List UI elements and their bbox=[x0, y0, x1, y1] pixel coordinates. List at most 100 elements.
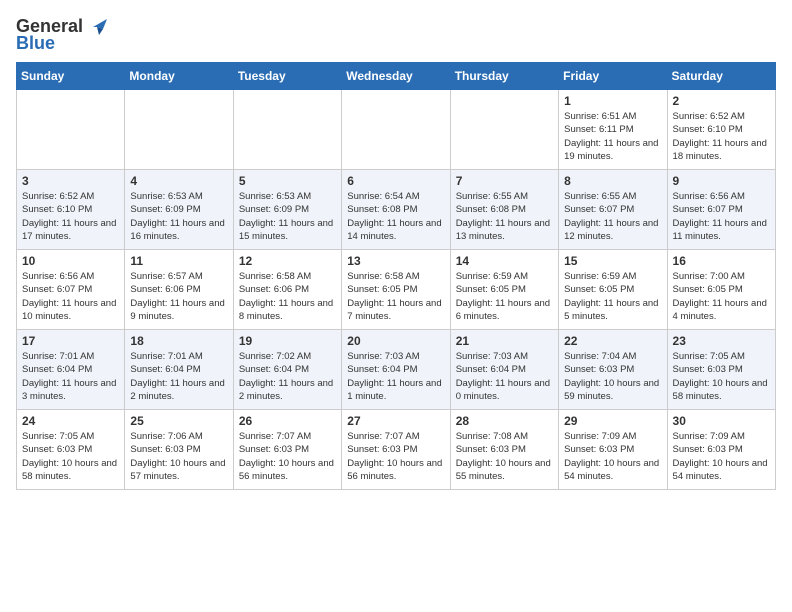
day-info: Sunrise: 6:56 AM Sunset: 6:07 PM Dayligh… bbox=[673, 190, 770, 243]
calendar-cell: 30 Sunrise: 7:09 AM Sunset: 6:03 PM Dayli… bbox=[667, 410, 775, 490]
calendar-cell: 18 Sunrise: 7:01 AM Sunset: 6:04 PM Dayli… bbox=[125, 330, 233, 410]
calendar-cell: 23 Sunrise: 7:05 AM Sunset: 6:03 PM Dayli… bbox=[667, 330, 775, 410]
calendar-cell bbox=[17, 90, 125, 170]
calendar-cell: 22 Sunrise: 7:04 AM Sunset: 6:03 PM Dayli… bbox=[559, 330, 667, 410]
day-info: Sunrise: 6:55 AM Sunset: 6:07 PM Dayligh… bbox=[564, 190, 661, 243]
calendar-cell bbox=[342, 90, 450, 170]
day-info: Sunrise: 6:54 AM Sunset: 6:08 PM Dayligh… bbox=[347, 190, 444, 243]
logo-blue: Blue bbox=[16, 33, 55, 54]
calendar-cell: 15 Sunrise: 6:59 AM Sunset: 6:05 PM Dayli… bbox=[559, 250, 667, 330]
day-info: Sunrise: 6:52 AM Sunset: 6:10 PM Dayligh… bbox=[673, 110, 770, 163]
calendar-cell: 24Sunrise: 7:05 AM Sunset: 6:03 PM Dayli… bbox=[17, 410, 125, 490]
day-info: Sunrise: 7:09 AM Sunset: 6:03 PM Dayligh… bbox=[564, 430, 661, 483]
day-number: 15 bbox=[564, 254, 661, 268]
day-info: Sunrise: 6:58 AM Sunset: 6:05 PM Dayligh… bbox=[347, 270, 444, 323]
calendar-cell: 5Sunrise: 6:53 AM Sunset: 6:09 PM Daylig… bbox=[233, 170, 341, 250]
weekday-header-wednesday: Wednesday bbox=[342, 63, 450, 90]
day-info: Sunrise: 7:06 AM Sunset: 6:03 PM Dayligh… bbox=[130, 430, 227, 483]
day-number: 21 bbox=[456, 334, 553, 348]
weekday-header-sunday: Sunday bbox=[17, 63, 125, 90]
day-info: Sunrise: 6:56 AM Sunset: 6:07 PM Dayligh… bbox=[22, 270, 119, 323]
day-number: 1 bbox=[564, 94, 661, 108]
calendar-cell: 13 Sunrise: 6:58 AM Sunset: 6:05 PM Dayli… bbox=[342, 250, 450, 330]
calendar-cell: 20 Sunrise: 7:03 AM Sunset: 6:04 PM Dayli… bbox=[342, 330, 450, 410]
day-number: 7 bbox=[456, 174, 553, 188]
day-number: 16 bbox=[673, 254, 770, 268]
weekday-header-monday: Monday bbox=[125, 63, 233, 90]
calendar-cell bbox=[450, 90, 558, 170]
day-info: Sunrise: 7:05 AM Sunset: 6:03 PM Dayligh… bbox=[673, 350, 770, 403]
calendar-cell: 8 Sunrise: 6:55 AM Sunset: 6:07 PM Daylig… bbox=[559, 170, 667, 250]
calendar-cell: 29 Sunrise: 7:09 AM Sunset: 6:03 PM Dayli… bbox=[559, 410, 667, 490]
day-info: Sunrise: 7:08 AM Sunset: 6:03 PM Dayligh… bbox=[456, 430, 553, 483]
day-number: 20 bbox=[347, 334, 444, 348]
logo: General Blue bbox=[16, 16, 107, 54]
day-info: Sunrise: 7:02 AM Sunset: 6:04 PM Dayligh… bbox=[239, 350, 336, 403]
calendar-cell: 12 Sunrise: 6:58 AM Sunset: 6:06 PM Dayli… bbox=[233, 250, 341, 330]
day-number: 29 bbox=[564, 414, 661, 428]
calendar-cell bbox=[125, 90, 233, 170]
page-header: General Blue bbox=[16, 16, 776, 54]
calendar-cell: 25 Sunrise: 7:06 AM Sunset: 6:03 PM Dayli… bbox=[125, 410, 233, 490]
day-info: Sunrise: 6:52 AM Sunset: 6:10 PM Dayligh… bbox=[22, 190, 119, 243]
day-number: 24 bbox=[22, 414, 119, 428]
day-number: 19 bbox=[239, 334, 336, 348]
day-number: 17 bbox=[22, 334, 119, 348]
day-number: 6 bbox=[347, 174, 444, 188]
day-number: 23 bbox=[673, 334, 770, 348]
day-number: 9 bbox=[673, 174, 770, 188]
day-number: 18 bbox=[130, 334, 227, 348]
calendar-cell: 17Sunrise: 7:01 AM Sunset: 6:04 PM Dayli… bbox=[17, 330, 125, 410]
calendar-cell: 3Sunrise: 6:52 AM Sunset: 6:10 PM Daylig… bbox=[17, 170, 125, 250]
day-number: 22 bbox=[564, 334, 661, 348]
day-info: Sunrise: 6:59 AM Sunset: 6:05 PM Dayligh… bbox=[564, 270, 661, 323]
day-info: Sunrise: 7:07 AM Sunset: 6:03 PM Dayligh… bbox=[347, 430, 444, 483]
calendar-cell: 10 Sunrise: 6:56 AM Sunset: 6:07 PM Dayli… bbox=[17, 250, 125, 330]
day-number: 30 bbox=[673, 414, 770, 428]
calendar-cell: 1 Sunrise: 6:51 AM Sunset: 6:11 PM Daylig… bbox=[559, 90, 667, 170]
calendar-table: SundayMondayTuesdayWednesdayThursdayFrid… bbox=[16, 62, 776, 490]
day-info: Sunrise: 6:53 AM Sunset: 6:09 PM Dayligh… bbox=[130, 190, 227, 243]
day-info: Sunrise: 6:51 AM Sunset: 6:11 PM Dayligh… bbox=[564, 110, 661, 163]
calendar-cell: 27 Sunrise: 7:07 AM Sunset: 6:03 PM Dayli… bbox=[342, 410, 450, 490]
day-number: 25 bbox=[130, 414, 227, 428]
calendar-cell: 16 Sunrise: 7:00 AM Sunset: 6:05 PM Dayli… bbox=[667, 250, 775, 330]
weekday-header-tuesday: Tuesday bbox=[233, 63, 341, 90]
calendar-cell: 4 Sunrise: 6:53 AM Sunset: 6:09 PM Daylig… bbox=[125, 170, 233, 250]
day-number: 11 bbox=[130, 254, 227, 268]
day-number: 10 bbox=[22, 254, 119, 268]
day-info: Sunrise: 6:59 AM Sunset: 6:05 PM Dayligh… bbox=[456, 270, 553, 323]
calendar-cell: 11 Sunrise: 6:57 AM Sunset: 6:06 PM Dayli… bbox=[125, 250, 233, 330]
day-info: Sunrise: 7:03 AM Sunset: 6:04 PM Dayligh… bbox=[347, 350, 444, 403]
calendar-cell: 19 Sunrise: 7:02 AM Sunset: 6:04 PM Dayli… bbox=[233, 330, 341, 410]
calendar-cell: 14Sunrise: 6:59 AM Sunset: 6:05 PM Dayli… bbox=[450, 250, 558, 330]
day-number: 2 bbox=[673, 94, 770, 108]
calendar-cell: 9 Sunrise: 6:56 AM Sunset: 6:07 PM Daylig… bbox=[667, 170, 775, 250]
weekday-header-saturday: Saturday bbox=[667, 63, 775, 90]
logo-bird-icon bbox=[85, 19, 107, 35]
day-info: Sunrise: 7:04 AM Sunset: 6:03 PM Dayligh… bbox=[564, 350, 661, 403]
day-info: Sunrise: 7:07 AM Sunset: 6:03 PM Dayligh… bbox=[239, 430, 336, 483]
day-number: 28 bbox=[456, 414, 553, 428]
calendar-cell: 21 Sunrise: 7:03 AM Sunset: 6:04 PM Dayli… bbox=[450, 330, 558, 410]
day-info: Sunrise: 7:03 AM Sunset: 6:04 PM Dayligh… bbox=[456, 350, 553, 403]
day-number: 4 bbox=[130, 174, 227, 188]
day-number: 26 bbox=[239, 414, 336, 428]
calendar-cell: 28 Sunrise: 7:08 AM Sunset: 6:03 PM Dayli… bbox=[450, 410, 558, 490]
day-info: Sunrise: 6:57 AM Sunset: 6:06 PM Dayligh… bbox=[130, 270, 227, 323]
calendar-cell: 2 Sunrise: 6:52 AM Sunset: 6:10 PM Daylig… bbox=[667, 90, 775, 170]
day-info: Sunrise: 6:55 AM Sunset: 6:08 PM Dayligh… bbox=[456, 190, 553, 243]
weekday-header-friday: Friday bbox=[559, 63, 667, 90]
day-number: 12 bbox=[239, 254, 336, 268]
calendar-cell: 6 Sunrise: 6:54 AM Sunset: 6:08 PM Daylig… bbox=[342, 170, 450, 250]
weekday-header-thursday: Thursday bbox=[450, 63, 558, 90]
day-number: 8 bbox=[564, 174, 661, 188]
day-number: 27 bbox=[347, 414, 444, 428]
day-info: Sunrise: 7:01 AM Sunset: 6:04 PM Dayligh… bbox=[130, 350, 227, 403]
day-info: Sunrise: 7:00 AM Sunset: 6:05 PM Dayligh… bbox=[673, 270, 770, 323]
calendar-cell bbox=[233, 90, 341, 170]
day-number: 13 bbox=[347, 254, 444, 268]
day-info: Sunrise: 6:53 AM Sunset: 6:09 PM Dayligh… bbox=[239, 190, 336, 243]
day-info: Sunrise: 6:58 AM Sunset: 6:06 PM Dayligh… bbox=[239, 270, 336, 323]
day-info: Sunrise: 7:09 AM Sunset: 6:03 PM Dayligh… bbox=[673, 430, 770, 483]
